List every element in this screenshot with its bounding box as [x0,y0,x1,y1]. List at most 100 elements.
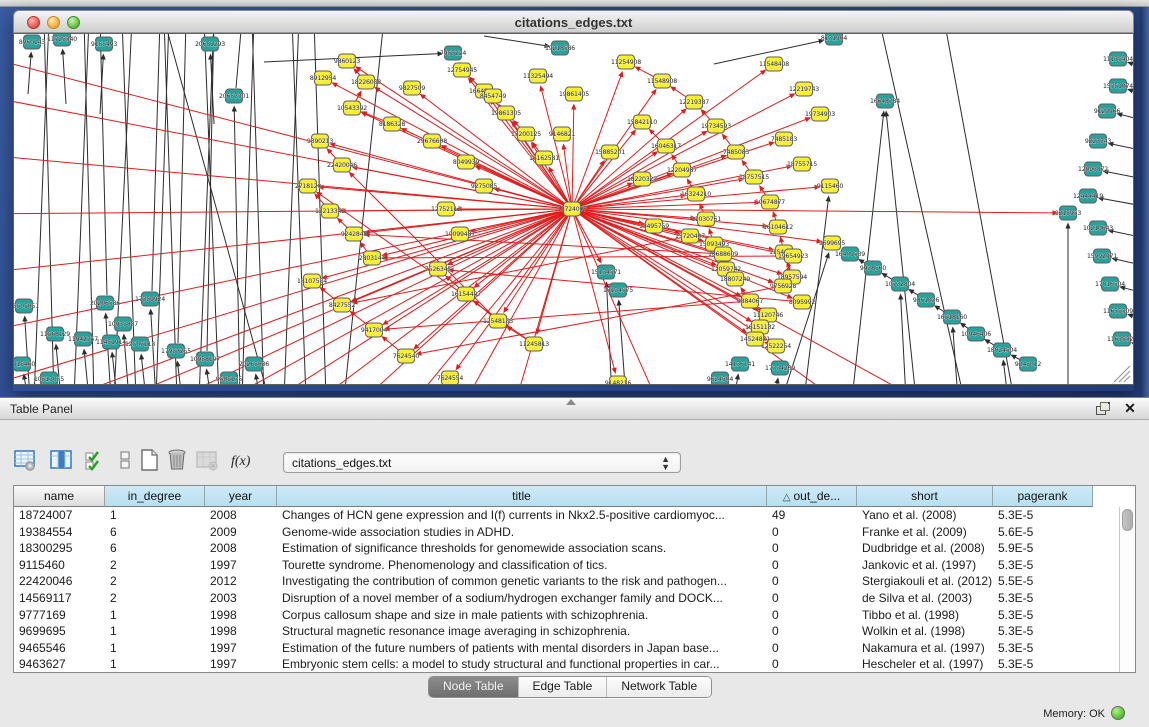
cell-out_degree: 0 [767,640,857,657]
graph-node-label: 11942757 [68,336,98,343]
table-row[interactable]: 946554611997Estimation of the future num… [14,640,1120,657]
graph-node-label: 18220323 [627,176,657,183]
splitter-caret-icon[interactable] [566,399,576,405]
memory-ok-icon [1111,706,1125,720]
graph-node-label: 11675309 [1103,308,1133,315]
graph-node-label: 10958107 [190,356,220,363]
cell-name: 9463627 [14,656,105,673]
graph-node-label: 8131904 [821,35,847,42]
column-header-pagerank[interactable]: pagerank [993,486,1093,507]
graph-node-label: 17334269 [765,365,795,372]
table-row[interactable]: 1938455462009Genome-wide association stu… [14,524,1120,541]
graph-node-label: 9884067 [737,298,763,305]
graph-node-label: 12444419 [1073,193,1103,200]
cell-name: 9699695 [14,623,105,640]
table-row[interactable]: 1456911722003Disruption of a novel membe… [14,590,1120,607]
network-canvas[interactable]: 1872400798601238912954182260589827509105… [13,33,1134,385]
cell-title: Corpus callosum shape and size in male p… [277,607,767,624]
graph-node-label: 17016504 [1095,281,1125,288]
graph-node-label: 15134575 [603,287,633,294]
cell-name: 18724007 [14,507,105,524]
float-panel-icon[interactable] [1095,401,1113,416]
graph-node-label: 10946406 [961,331,991,338]
table-row[interactable]: 946362711997Embryonic stem cells: a mode… [14,656,1120,673]
graph-node-label: 9756928 [770,283,796,290]
cell-in_degree: 6 [105,540,205,557]
graph-node-label: 16505051 [14,303,39,310]
citation-graph[interactable]: 1872400798601238912954182260589827509105… [14,34,1133,384]
tab-node-table[interactable]: Node Table [429,677,519,697]
graph-node-label: 9315460 [14,361,35,368]
graph-node-label: 12522254 [761,343,791,350]
graph-node-label: 15751074 [1103,83,1133,90]
scrollbar-thumb[interactable] [1122,509,1133,531]
network-window-titlebar[interactable]: citations_edges.txt [13,10,1134,33]
table-selector[interactable]: citations_edges.txt ▲▼ [283,452,681,473]
table-row[interactable]: 2242004622012Investigating the contribut… [14,573,1120,590]
graph-node-label: 9861036 [913,297,939,304]
cell-name: 22420046 [14,573,105,590]
mdi-desktop: citations_edges.txt 18724007986012389129… [0,7,1149,397]
column-header-title[interactable]: title [277,486,767,507]
graph-node-label: 15992971 [1087,253,1117,260]
graph-node-label: 10674877 [755,199,785,206]
cell-out_degree: 0 [767,623,857,640]
window-title: citations_edges.txt [14,15,1133,30]
graph-node-label: 7526345 [425,266,451,273]
new-table-icon[interactable] [136,448,162,474]
cell-title: Embryonic stem cells: a model to study s… [277,656,767,673]
cell-year: 1998 [205,607,277,624]
column-header-out_degree[interactable]: △out_de... [767,486,857,507]
cell-short: Jankovic et al. (1997) [857,557,993,574]
graph-node-label: 9699695 [819,240,845,247]
function-builder-icon[interactable]: f(x) [228,448,254,474]
table-row[interactable]: 1872400712008Changes of HCN gene express… [14,507,1120,524]
graph-node-label: 14524851 [740,336,770,343]
show-columns-icon[interactable] [48,448,74,474]
table-row[interactable]: 977716911998Corpus callosum shape and si… [14,607,1120,624]
graph-node-label: 16518160 [937,314,967,321]
column-header-year[interactable]: year [205,486,277,507]
tab-network-table[interactable]: Network Table [607,677,711,697]
graph-node-label: 20206536 [90,300,120,307]
graph-node-label: 11451914 [96,339,126,346]
graph-node-label: 15842110 [627,119,657,126]
table-row[interactable]: 969969511998Structural magnetic resonanc… [14,623,1120,640]
cell-in_degree: 2 [105,590,205,607]
graph-node-label: 18757515 [739,174,769,181]
graph-node-label: 16324210 [681,191,711,198]
close-panel-icon[interactable]: ✕ [1123,401,1137,416]
cell-pagerank: 5.3E-5 [993,640,1093,657]
column-header-short[interactable]: short [857,486,993,507]
graph-node-label: 10210643 [1083,225,1113,232]
graph-node-label: 9129966 [1094,108,1120,115]
cell-out_degree: 0 [767,524,857,541]
column-header-name[interactable]: name [14,486,105,507]
graph-node-label: 9938560 [860,265,886,272]
vertical-scrollbar[interactable] [1119,507,1135,672]
graph-node-label: 19734903 [805,111,835,118]
cell-in_degree: 1 [105,607,205,624]
graph-node-label: 11548408 [759,61,789,68]
cell-year: 2008 [205,507,277,524]
cell-title: Tourette syndrome. Phenomenology and cla… [277,557,767,574]
graph-node-label: 19861405 [559,91,589,98]
column-header-in_degree[interactable]: in_degree [105,486,205,507]
tab-edge-table[interactable]: Edge Table [519,677,608,697]
table-row[interactable]: 1830029562008Estimation of significance … [14,540,1120,557]
graph-node-label: 15720407 [675,233,705,240]
graph-node-label: 10732804 [885,281,915,288]
graph-node-label: 8427552 [329,302,355,309]
graph-node-label: 11325494 [523,73,553,80]
row-height-icon[interactable] [112,448,138,474]
graph-node-label: 2718120 [295,183,321,190]
table-row[interactable]: 911546021997Tourette syndrome. Phenomeno… [14,557,1120,574]
cell-pagerank: 5.5E-5 [993,573,1093,590]
table-panel-titlebar: Table Panel ✕ [0,398,1149,420]
graph-node-label: 9245012 [1015,361,1041,368]
delete-table-icon[interactable] [164,448,190,474]
cell-year: 1997 [205,656,277,673]
select-columns-icon[interactable] [82,448,108,474]
table-options-icon[interactable] [12,448,38,474]
cell-pagerank: 5.3E-5 [993,507,1093,524]
